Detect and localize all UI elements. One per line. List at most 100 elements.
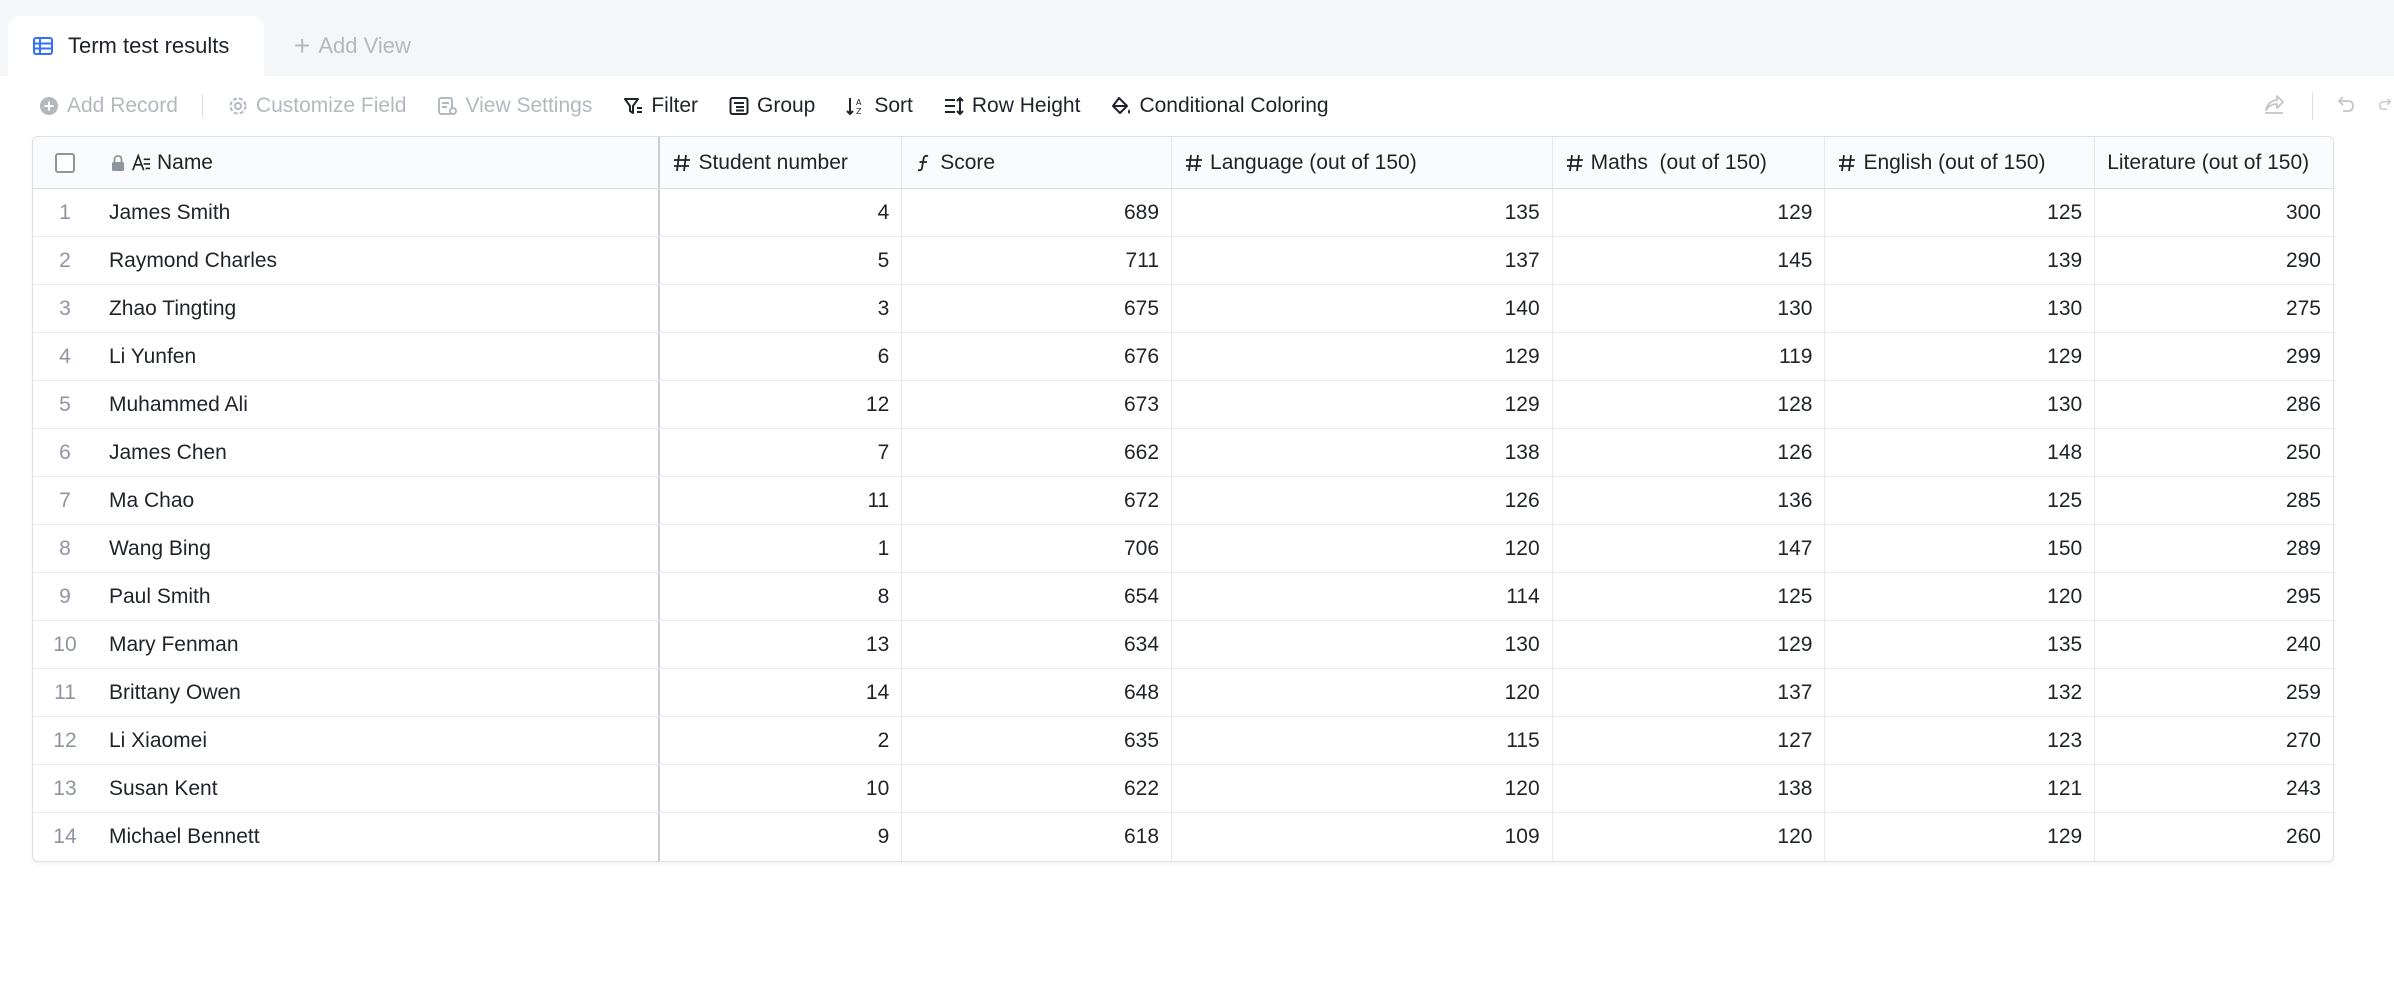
customize-field-button[interactable]: Customize Field — [227, 94, 406, 118]
table-row[interactable]: 6 James Chen 7 662 138 126 148 250 — [33, 429, 2333, 477]
cell-english[interactable]: 123 — [1825, 717, 2096, 764]
column-header-name[interactable]: Name — [97, 137, 661, 188]
cell-student-number[interactable]: 2 — [660, 717, 903, 764]
cell-language[interactable]: 138 — [1172, 429, 1553, 476]
table-row[interactable]: 7 Ma Chao 11 672 126 136 125 285 — [33, 477, 2333, 525]
cell-name[interactable]: Susan Kent — [97, 765, 661, 812]
cell-language[interactable]: 130 — [1172, 621, 1553, 668]
column-header-score[interactable]: Score — [902, 137, 1173, 188]
cell-language[interactable]: 114 — [1172, 573, 1553, 620]
cell-score[interactable]: 676 — [902, 333, 1173, 380]
cell-score[interactable]: 675 — [902, 285, 1173, 332]
cell-student-number[interactable]: 5 — [660, 237, 903, 284]
cell-literature[interactable]: 243 — [2095, 765, 2333, 812]
cell-english[interactable]: 129 — [1825, 333, 2096, 380]
cell-language[interactable]: 115 — [1172, 717, 1553, 764]
cell-literature[interactable]: 295 — [2095, 573, 2333, 620]
cell-maths[interactable]: 137 — [1553, 669, 1826, 716]
cell-score[interactable]: 622 — [902, 765, 1173, 812]
table-row[interactable]: 2 Raymond Charles 5 711 137 145 139 290 — [33, 237, 2333, 285]
cell-name[interactable]: Ma Chao — [97, 477, 661, 524]
cell-student-number[interactable]: 8 — [660, 573, 903, 620]
cell-student-number[interactable]: 7 — [660, 429, 903, 476]
cell-score[interactable]: 618 — [902, 813, 1173, 861]
cell-literature[interactable]: 240 — [2095, 621, 2333, 668]
cell-literature[interactable]: 299 — [2095, 333, 2333, 380]
cell-language[interactable]: 120 — [1172, 669, 1553, 716]
table-row[interactable]: 5 Muhammed Ali 12 673 129 128 130 286 — [33, 381, 2333, 429]
cell-score[interactable]: 711 — [902, 237, 1173, 284]
table-row[interactable]: 9 Paul Smith 8 654 114 125 120 295 — [33, 573, 2333, 621]
undo-button[interactable] — [2334, 92, 2358, 116]
cell-score[interactable]: 654 — [902, 573, 1173, 620]
view-settings-button[interactable]: View Settings — [436, 94, 592, 118]
cell-student-number[interactable]: 9 — [660, 813, 903, 861]
cell-maths[interactable]: 136 — [1553, 477, 1826, 524]
share-button[interactable] — [2262, 92, 2286, 116]
cell-english[interactable]: 130 — [1825, 381, 2096, 428]
cell-student-number[interactable]: 11 — [660, 477, 903, 524]
cell-maths[interactable]: 127 — [1553, 717, 1826, 764]
cell-english[interactable]: 148 — [1825, 429, 2096, 476]
cell-literature[interactable]: 285 — [2095, 477, 2333, 524]
cell-score[interactable]: 706 — [902, 525, 1173, 572]
table-row[interactable]: 10 Mary Fenman 13 634 130 129 135 240 — [33, 621, 2333, 669]
cell-maths[interactable]: 120 — [1553, 813, 1826, 861]
add-view-button[interactable]: + Add View — [294, 16, 411, 76]
cell-literature[interactable]: 286 — [2095, 381, 2333, 428]
cell-student-number[interactable]: 13 — [660, 621, 903, 668]
cell-english[interactable]: 121 — [1825, 765, 2096, 812]
cell-student-number[interactable]: 1 — [660, 525, 903, 572]
cell-student-number[interactable]: 14 — [660, 669, 903, 716]
cell-maths[interactable]: 138 — [1553, 765, 1826, 812]
cell-maths[interactable]: 128 — [1553, 381, 1826, 428]
cell-english[interactable]: 139 — [1825, 237, 2096, 284]
cell-language[interactable]: 135 — [1172, 189, 1553, 236]
cell-english[interactable]: 129 — [1825, 813, 2096, 861]
cell-score[interactable]: 672 — [902, 477, 1173, 524]
cell-language[interactable]: 120 — [1172, 765, 1553, 812]
cell-student-number[interactable]: 6 — [660, 333, 903, 380]
cell-maths[interactable]: 129 — [1553, 621, 1826, 668]
cell-literature[interactable]: 275 — [2095, 285, 2333, 332]
cell-literature[interactable]: 300 — [2095, 189, 2333, 236]
cell-language[interactable]: 109 — [1172, 813, 1553, 861]
cell-language[interactable]: 129 — [1172, 333, 1553, 380]
cell-maths[interactable]: 147 — [1553, 525, 1826, 572]
column-header-language[interactable]: Language (out of 150) — [1172, 137, 1553, 188]
row-height-button[interactable]: Row Height — [943, 94, 1080, 118]
cell-english[interactable]: 150 — [1825, 525, 2096, 572]
cell-score[interactable]: 648 — [902, 669, 1173, 716]
table-row[interactable]: 8 Wang Bing 1 706 120 147 150 289 — [33, 525, 2333, 573]
filter-button[interactable]: Filter — [622, 94, 698, 118]
cell-language[interactable]: 140 — [1172, 285, 1553, 332]
column-header-literature[interactable]: Literature (out of 150) — [2095, 137, 2333, 188]
cell-name[interactable]: Li Xiaomei — [97, 717, 661, 764]
cell-maths[interactable]: 126 — [1553, 429, 1826, 476]
cell-english[interactable]: 132 — [1825, 669, 2096, 716]
cell-student-number[interactable]: 12 — [660, 381, 903, 428]
column-header-student-number[interactable]: Student number — [660, 137, 903, 188]
cell-name[interactable]: James Smith — [97, 189, 661, 236]
cell-score[interactable]: 689 — [902, 189, 1173, 236]
add-record-button[interactable]: Add Record — [38, 94, 178, 118]
conditional-coloring-button[interactable]: Conditional Coloring — [1110, 94, 1329, 118]
cell-student-number[interactable]: 3 — [660, 285, 903, 332]
select-all-checkbox[interactable] — [54, 152, 75, 173]
cell-name[interactable]: Muhammed Ali — [97, 381, 661, 428]
cell-literature[interactable]: 259 — [2095, 669, 2333, 716]
table-row[interactable]: 12 Li Xiaomei 2 635 115 127 123 270 — [33, 717, 2333, 765]
column-header-english[interactable]: English (out of 150) — [1825, 137, 2096, 188]
cell-name[interactable]: Raymond Charles — [97, 237, 661, 284]
cell-name[interactable]: Brittany Owen — [97, 669, 661, 716]
table-row[interactable]: 1 James Smith 4 689 135 129 125 300 — [33, 189, 2333, 237]
cell-language[interactable]: 137 — [1172, 237, 1553, 284]
cell-language[interactable]: 120 — [1172, 525, 1553, 572]
cell-literature[interactable]: 250 — [2095, 429, 2333, 476]
redo-button[interactable] — [2376, 92, 2394, 116]
cell-name[interactable]: Michael Bennett — [97, 813, 661, 861]
cell-english[interactable]: 120 — [1825, 573, 2096, 620]
cell-english[interactable]: 130 — [1825, 285, 2096, 332]
cell-name[interactable]: Paul Smith — [97, 573, 661, 620]
cell-maths[interactable]: 130 — [1553, 285, 1826, 332]
